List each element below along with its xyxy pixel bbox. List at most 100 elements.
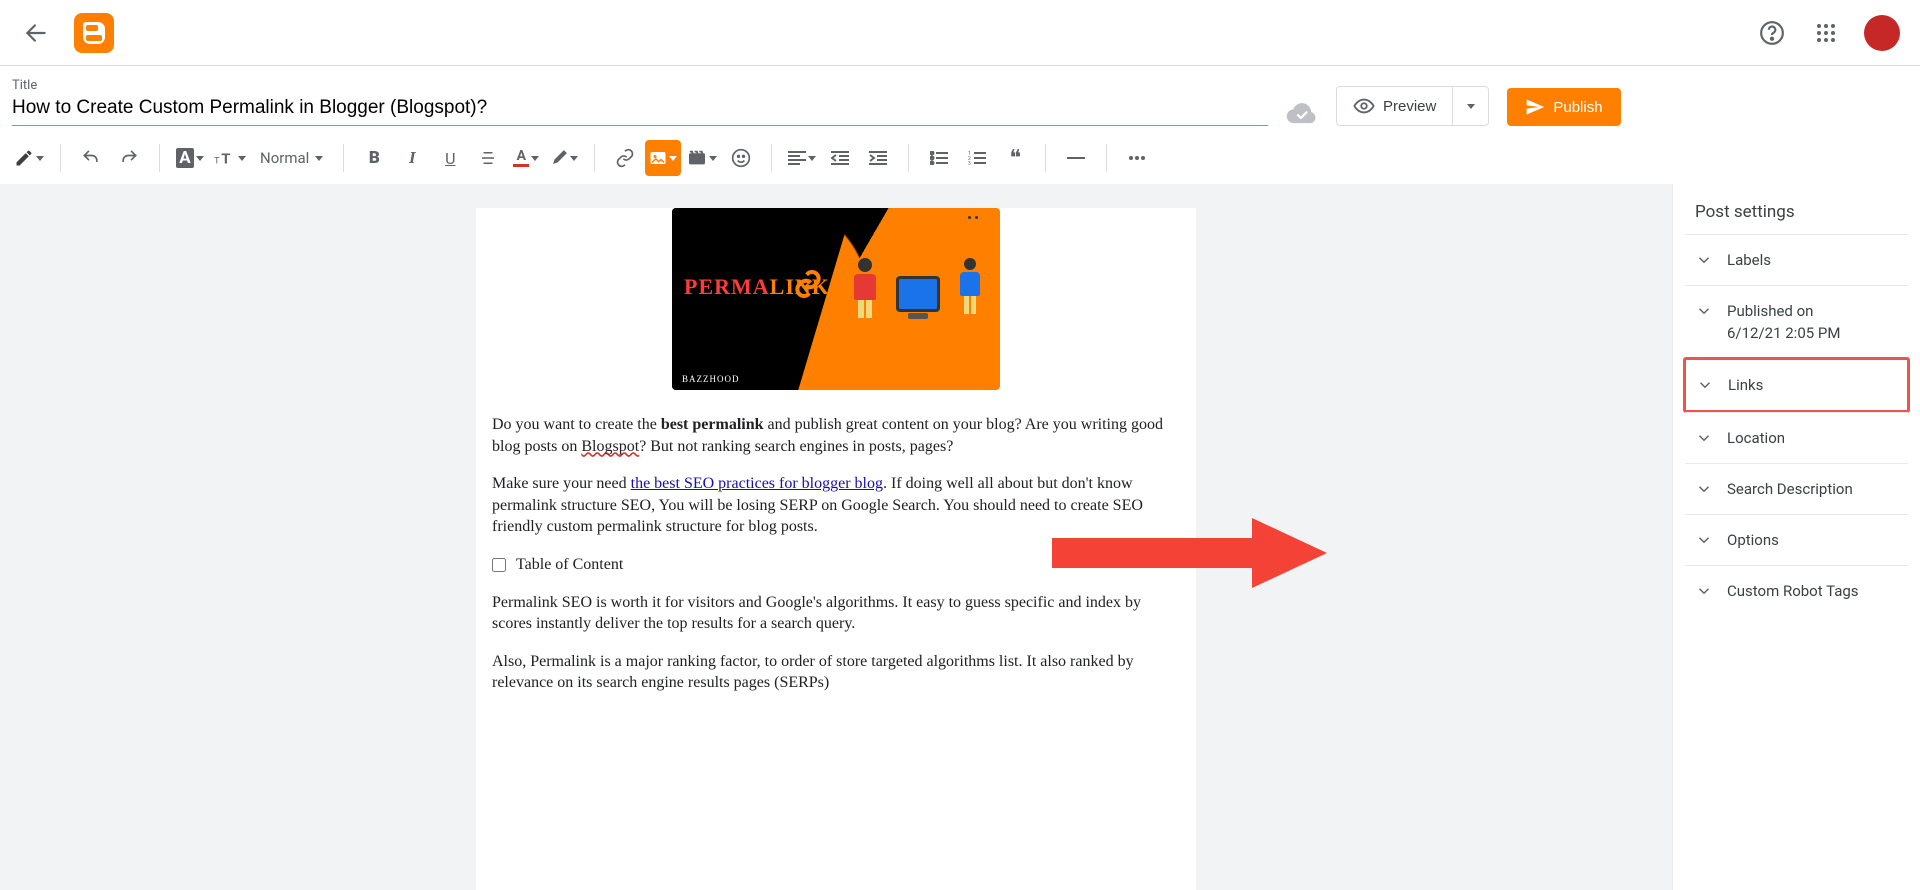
- italic-icon: I: [409, 148, 416, 168]
- strikethrough-button[interactable]: [470, 140, 506, 176]
- settings-links-section[interactable]: Links: [1683, 357, 1910, 413]
- editor-paragraph[interactable]: Permalink SEO is worth it for visitors a…: [492, 592, 1180, 635]
- settings-published-section[interactable]: Published on 6/12/21 2:05 PM: [1685, 285, 1908, 358]
- settings-options-section[interactable]: Options: [1685, 514, 1908, 565]
- link-icon: [615, 148, 635, 168]
- indent-decrease-button[interactable]: [822, 140, 858, 176]
- bold-button[interactable]: B: [356, 140, 392, 176]
- settings-links-title: Links: [1728, 376, 1763, 394]
- preview-button[interactable]: Preview: [1336, 86, 1453, 126]
- bullet-list-icon: [930, 151, 948, 165]
- font-size-dropdown[interactable]: TT: [210, 140, 250, 176]
- app-bar: [0, 0, 1920, 66]
- font-size-icon: TT: [214, 148, 236, 168]
- toolbar-separator: [594, 144, 595, 172]
- editor-paragraph[interactable]: Make sure your need the best SEO practic…: [492, 473, 1180, 538]
- highlighter-icon: [550, 149, 568, 167]
- undo-icon: [81, 148, 101, 168]
- insert-video-dropdown[interactable]: [683, 140, 721, 176]
- preview-dropdown-button[interactable]: [1453, 86, 1489, 126]
- editor-canvas-area: PERMALINK BAZZHOOD Do you want to create…: [0, 184, 1672, 890]
- paragraph-style-label: Normal: [260, 149, 309, 167]
- quote-icon: ❝: [1009, 151, 1021, 164]
- blockquote-button[interactable]: ❝: [997, 140, 1033, 176]
- chevron-down-icon: [808, 156, 816, 161]
- publish-button[interactable]: Publish: [1507, 88, 1620, 126]
- publish-label: Publish: [1553, 99, 1602, 116]
- font-family-icon: A: [176, 148, 193, 168]
- settings-labels-title: Labels: [1727, 251, 1771, 269]
- toc-line[interactable]: Table of Content: [492, 554, 1180, 576]
- chevron-down-icon: [315, 156, 323, 161]
- back-button[interactable]: [20, 17, 52, 49]
- underline-icon: U: [445, 149, 455, 168]
- hr-icon: [1067, 156, 1085, 160]
- title-row: Title Preview Publish: [0, 66, 1920, 126]
- settings-custom-robot-tags-title: Custom Robot Tags: [1727, 582, 1859, 600]
- indent-icon: [869, 151, 887, 165]
- text-color-dropdown[interactable]: A: [508, 140, 544, 176]
- font-family-dropdown[interactable]: A: [172, 140, 208, 176]
- settings-custom-robot-tags-section[interactable]: Custom Robot Tags: [1685, 565, 1908, 616]
- main-area: PERMALINK BAZZHOOD Do you want to create…: [0, 184, 1920, 890]
- more-tools-button[interactable]: [1119, 140, 1155, 176]
- redo-button[interactable]: [111, 140, 147, 176]
- editor-paragraph[interactable]: Also, Permalink is a major ranking facto…: [492, 651, 1180, 694]
- insert-emoji-button[interactable]: [723, 140, 759, 176]
- blogger-logo[interactable]: [74, 13, 114, 53]
- underline-button[interactable]: U: [432, 140, 468, 176]
- toolbar-separator: [1106, 144, 1107, 172]
- toolbar-separator: [159, 144, 160, 172]
- indent-increase-button[interactable]: [860, 140, 896, 176]
- toolbar-separator: [60, 144, 61, 172]
- more-horizontal-icon: [1128, 155, 1146, 161]
- help-button[interactable]: [1756, 17, 1788, 49]
- paragraph-style-dropdown[interactable]: Normal: [252, 140, 331, 176]
- title-field-wrap: Title: [12, 78, 1268, 126]
- post-title-input[interactable]: [12, 93, 1268, 126]
- chevron-down-icon: [570, 156, 578, 161]
- pencil-icon: [14, 148, 34, 168]
- toc-checkbox[interactable]: [492, 558, 506, 572]
- chevron-down-icon: [1695, 302, 1713, 320]
- account-avatar[interactable]: [1864, 15, 1900, 51]
- insert-image-dropdown[interactable]: [645, 140, 681, 176]
- editor-paragraph[interactable]: Do you want to create the best permalink…: [492, 414, 1180, 457]
- post-settings-heading: Post settings: [1685, 202, 1908, 234]
- align-icon: [788, 151, 806, 165]
- numbered-list-button[interactable]: 123: [959, 140, 995, 176]
- app-bar-right: [1756, 15, 1900, 51]
- hero-image[interactable]: PERMALINK BAZZHOOD: [672, 208, 1000, 390]
- preview-label: Preview: [1383, 98, 1436, 115]
- chevron-down-icon: [1695, 582, 1713, 600]
- editor-document[interactable]: PERMALINK BAZZHOOD Do you want to create…: [476, 208, 1196, 890]
- align-dropdown[interactable]: [784, 140, 820, 176]
- chevron-down-icon: [196, 156, 204, 161]
- settings-location-section[interactable]: Location: [1685, 412, 1908, 463]
- editor-link[interactable]: the best SEO practices for blogger blog: [631, 475, 883, 492]
- chevron-down-icon: [669, 156, 677, 161]
- compose-mode-dropdown[interactable]: [10, 140, 48, 176]
- editor-content[interactable]: PERMALINK BAZZHOOD Do you want to create…: [492, 208, 1180, 694]
- chevron-down-icon: [1695, 429, 1713, 447]
- strikethrough-icon: [479, 149, 497, 167]
- google-apps-button[interactable]: [1810, 17, 1842, 49]
- chevron-down-icon: [531, 156, 539, 161]
- hero-image-brand: BAZZHOOD: [682, 374, 740, 384]
- highlight-color-dropdown[interactable]: [546, 140, 582, 176]
- outdent-icon: [831, 151, 849, 165]
- post-settings-panel: Post settings Labels Published on 6/12/2…: [1672, 184, 1920, 890]
- settings-labels-section[interactable]: Labels: [1685, 234, 1908, 285]
- insert-link-button[interactable]: [607, 140, 643, 176]
- italic-button[interactable]: I: [394, 140, 430, 176]
- settings-search-description-section[interactable]: Search Description: [1685, 463, 1908, 514]
- help-icon: [1759, 20, 1785, 46]
- cloud-done-icon: [1286, 102, 1318, 126]
- image-icon: [649, 150, 667, 166]
- toc-label: Table of Content: [516, 554, 623, 576]
- horizontal-rule-button[interactable]: [1058, 140, 1094, 176]
- hero-image-wrap: PERMALINK BAZZHOOD: [492, 208, 1180, 390]
- bullet-list-button[interactable]: [921, 140, 957, 176]
- settings-published-value: 6/12/21 2:05 PM: [1727, 324, 1840, 342]
- undo-button[interactable]: [73, 140, 109, 176]
